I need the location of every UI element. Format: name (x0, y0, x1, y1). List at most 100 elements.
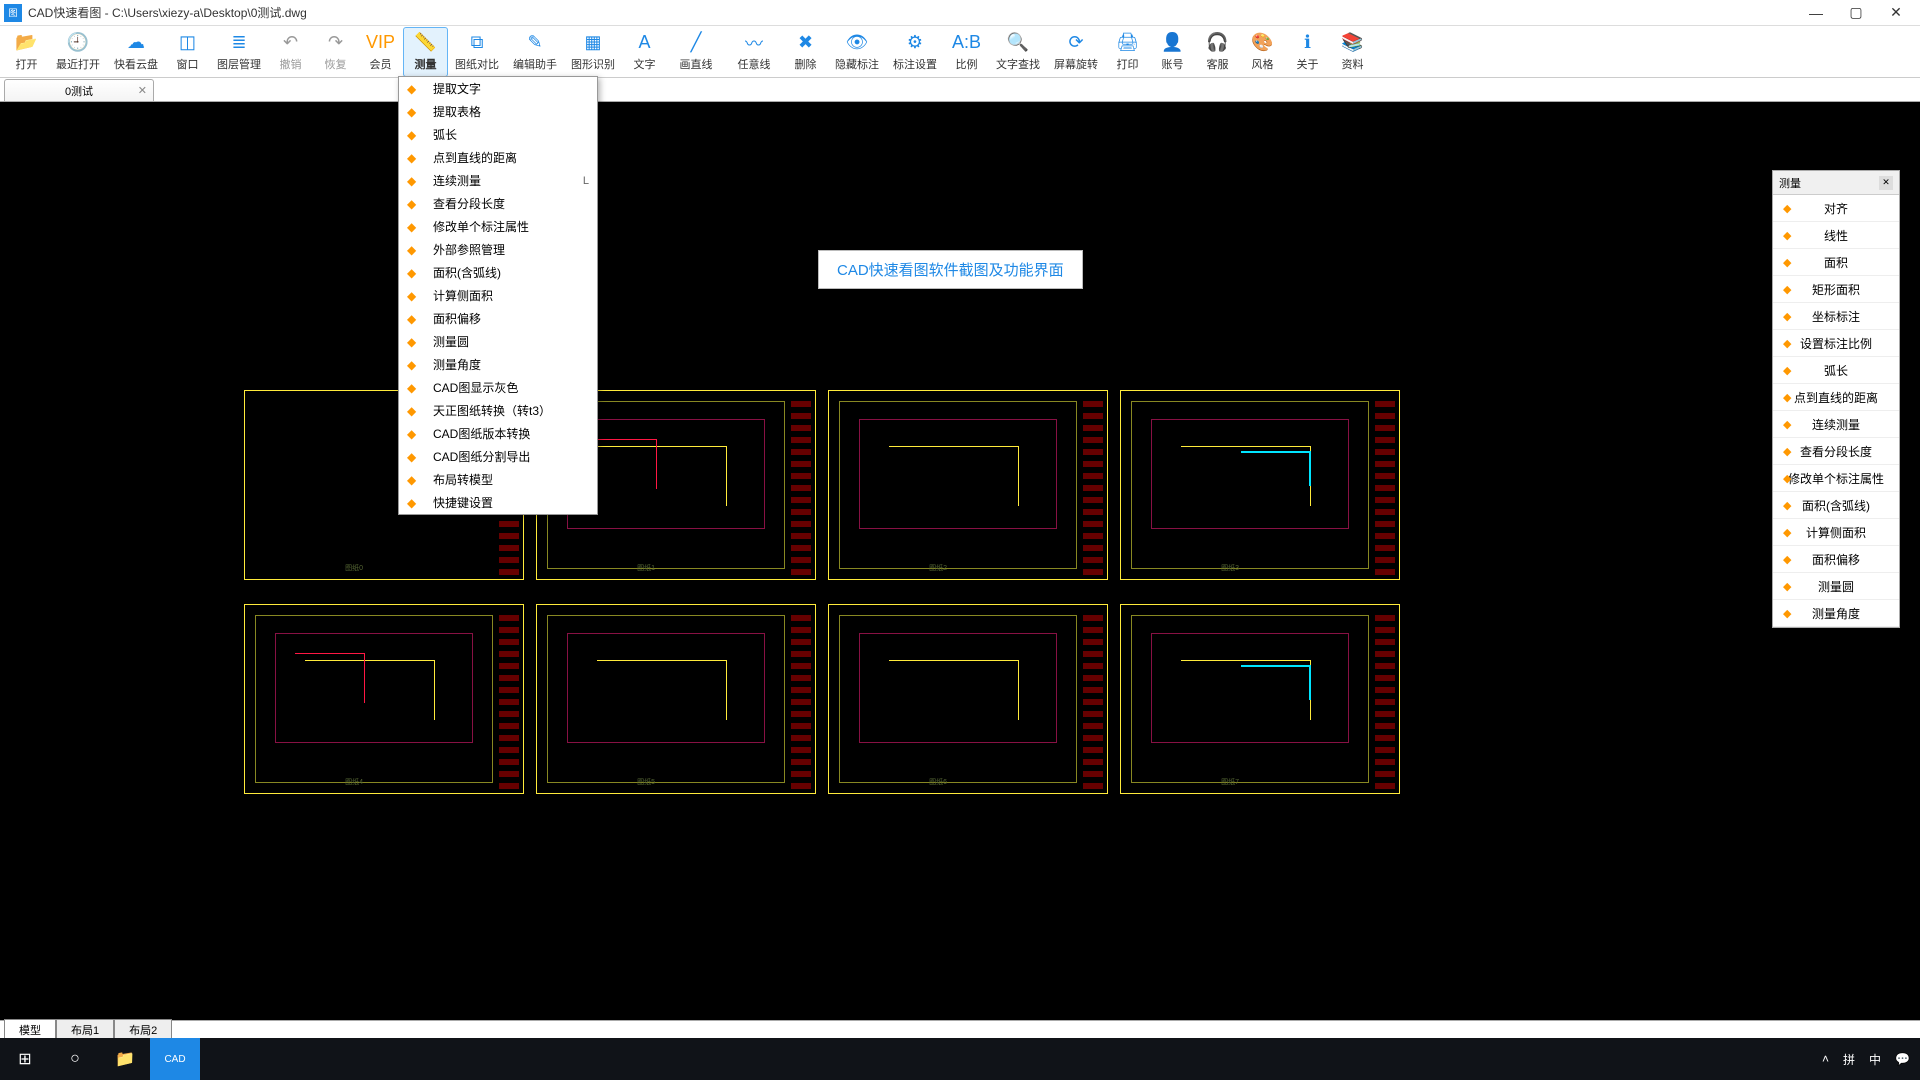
drawing-tile[interactable]: 图纸7 (1120, 604, 1400, 794)
tool-line[interactable]: ╱画直线 (667, 27, 725, 77)
tool-open[interactable]: 📂打开 (4, 27, 49, 77)
menu-label: CAD图纸分割导出 (433, 448, 589, 465)
menu-item[interactable]: ◆测量圆 (399, 330, 597, 353)
panel-item[interactable]: ◆修改单个标注属性 (1773, 465, 1899, 492)
menu-item[interactable]: ◆外部参照管理 (399, 238, 597, 261)
file-tab[interactable]: 0测试 ✕ (4, 79, 154, 101)
menu-item[interactable]: ◆面积(含弧线) (399, 261, 597, 284)
menu-item[interactable]: ◆连续测量L (399, 169, 597, 192)
panel-item[interactable]: ◆测量角度 (1773, 600, 1899, 627)
ime-indicator[interactable]: 拼 (1843, 1051, 1855, 1068)
cad-app-button[interactable]: CAD (150, 1038, 200, 1080)
menu-item[interactable]: ◆CAD图纸版本转换 (399, 422, 597, 445)
ime-lang[interactable]: 中 (1869, 1051, 1881, 1068)
panel-item[interactable]: ◆矩形面积 (1773, 276, 1899, 303)
panel-close-icon[interactable]: ✕ (1879, 176, 1893, 190)
tool-redo[interactable]: ↷恢复 (313, 27, 358, 77)
cortana-button[interactable]: ○ (50, 1038, 100, 1080)
tool-material[interactable]: 📚资料 (1330, 27, 1375, 77)
system-tray[interactable]: ˄ 拼 中 💬 (1822, 1051, 1920, 1068)
menu-item[interactable]: ◆测量角度 (399, 353, 597, 376)
layout-tab[interactable]: 布局2 (114, 1019, 172, 1040)
layout-tab[interactable]: 布局1 (56, 1019, 114, 1040)
annot-set-icon: ⚙ (903, 32, 927, 54)
tool-text[interactable]: A文字 (622, 27, 667, 77)
tool-hide-annot[interactable]: 👁隐藏标注 (828, 27, 886, 77)
menu-item[interactable]: ◆修改单个标注属性 (399, 215, 597, 238)
tool-annot-set[interactable]: ⚙标注设置 (886, 27, 944, 77)
menu-icon: ◆ (407, 265, 425, 281)
panel-item[interactable]: ◆弧长 (1773, 357, 1899, 384)
explorer-button[interactable]: 📁 (100, 1038, 150, 1080)
tool-style[interactable]: 🎨风格 (1240, 27, 1285, 77)
menu-item[interactable]: ◆提取表格 (399, 100, 597, 123)
panel-item[interactable]: ◆面积(含弧线) (1773, 492, 1899, 519)
tool-undo[interactable]: ↶撤销 (268, 27, 313, 77)
drawing-tile[interactable]: 图纸3 (1120, 390, 1400, 580)
tool-vip[interactable]: VIP会员 (358, 27, 403, 77)
tool-shape-recog[interactable]: ▦图形识别 (564, 27, 622, 77)
menu-item[interactable]: ◆提取文字 (399, 77, 597, 100)
panel-item[interactable]: ◆对齐 (1773, 195, 1899, 222)
menu-item[interactable]: ◆布局转模型 (399, 468, 597, 491)
menu-icon: ◆ (407, 472, 425, 488)
menu-icon: ◆ (407, 104, 425, 120)
tool-about[interactable]: ℹ关于 (1285, 27, 1330, 77)
panel-item[interactable]: ◆面积偏移 (1773, 546, 1899, 573)
tool-recent[interactable]: 🕘最近打开 (49, 27, 107, 77)
panel-item[interactable]: ◆连续测量 (1773, 411, 1899, 438)
panel-item[interactable]: ◆设置标注比例 (1773, 330, 1899, 357)
tool-print[interactable]: 🖨打印 (1105, 27, 1150, 77)
tool-account[interactable]: 👤账号 (1150, 27, 1195, 77)
tool-edit-helper[interactable]: ✎编辑助手 (506, 27, 564, 77)
tool-compare[interactable]: ⧉图纸对比 (448, 27, 506, 77)
drawing-tile[interactable]: 图纸4 (244, 604, 524, 794)
menu-item[interactable]: ◆查看分段长度 (399, 192, 597, 215)
layout-tab[interactable]: 模型 (4, 1019, 56, 1040)
minimize-button[interactable]: — (1796, 1, 1836, 25)
menu-item[interactable]: ◆CAD图纸分割导出 (399, 445, 597, 468)
menu-label: 查看分段长度 (433, 195, 589, 212)
menu-item[interactable]: ◆计算侧面积 (399, 284, 597, 307)
panel-item-icon: ◆ (1783, 256, 1791, 269)
panel-item[interactable]: ◆查看分段长度 (1773, 438, 1899, 465)
tool-find-text[interactable]: 🔍文字查找 (989, 27, 1047, 77)
tool-service[interactable]: 🎧客服 (1195, 27, 1240, 77)
drawing-tile[interactable]: 图纸6 (828, 604, 1108, 794)
drawing-tile[interactable]: 图纸5 (536, 604, 816, 794)
panel-item[interactable]: ◆计算侧面积 (1773, 519, 1899, 546)
tool-label: 图纸对比 (455, 56, 499, 72)
panel-item[interactable]: ◆坐标标注 (1773, 303, 1899, 330)
start-button[interactable]: ⊞ (0, 1038, 50, 1080)
maximize-button[interactable]: ▢ (1836, 1, 1876, 25)
menu-item[interactable]: ◆点到直线的距离 (399, 146, 597, 169)
shape-recog-icon: ▦ (581, 32, 605, 54)
menu-item[interactable]: ◆天正图纸转换（转t3） (399, 399, 597, 422)
menu-item[interactable]: ◆面积偏移 (399, 307, 597, 330)
notifications-icon[interactable]: 💬 (1895, 1052, 1910, 1066)
tool-rotate[interactable]: ⟳屏幕旋转 (1047, 27, 1105, 77)
panel-item-label: 测量圆 (1818, 578, 1854, 595)
tool-delete[interactable]: ✖删除 (783, 27, 828, 77)
drawing-canvas[interactable]: CAD快速看图软件截图及功能界面 图纸0图纸1图纸2图纸3图纸4图纸5图纸6图纸… (0, 102, 1920, 1038)
tool-freeline[interactable]: 〰任意线 (725, 27, 783, 77)
close-icon[interactable]: ✕ (138, 84, 147, 97)
panel-item-icon: ◆ (1783, 472, 1791, 485)
panel-item[interactable]: ◆线性 (1773, 222, 1899, 249)
panel-item-label: 查看分段长度 (1800, 443, 1872, 460)
tool-measure[interactable]: 📏测量 (403, 27, 448, 77)
panel-item[interactable]: ◆点到直线的距离 (1773, 384, 1899, 411)
tool-layer[interactable]: ≣图层管理 (210, 27, 268, 77)
close-button[interactable]: ✕ (1876, 1, 1916, 25)
tool-cloud[interactable]: ☁快看云盘 (107, 27, 165, 77)
tool-window[interactable]: ◫窗口 (165, 27, 210, 77)
panel-item[interactable]: ◆面积 (1773, 249, 1899, 276)
tool-label: 资料 (1342, 56, 1364, 72)
tray-chevron-icon[interactable]: ˄ (1822, 1052, 1829, 1066)
menu-item[interactable]: ◆弧长 (399, 123, 597, 146)
menu-item[interactable]: ◆快捷键设置 (399, 491, 597, 514)
panel-item[interactable]: ◆测量圆 (1773, 573, 1899, 600)
drawing-tile[interactable]: 图纸2 (828, 390, 1108, 580)
menu-item[interactable]: ◆CAD图显示灰色 (399, 376, 597, 399)
tool-ratio[interactable]: A:B比例 (944, 27, 989, 77)
